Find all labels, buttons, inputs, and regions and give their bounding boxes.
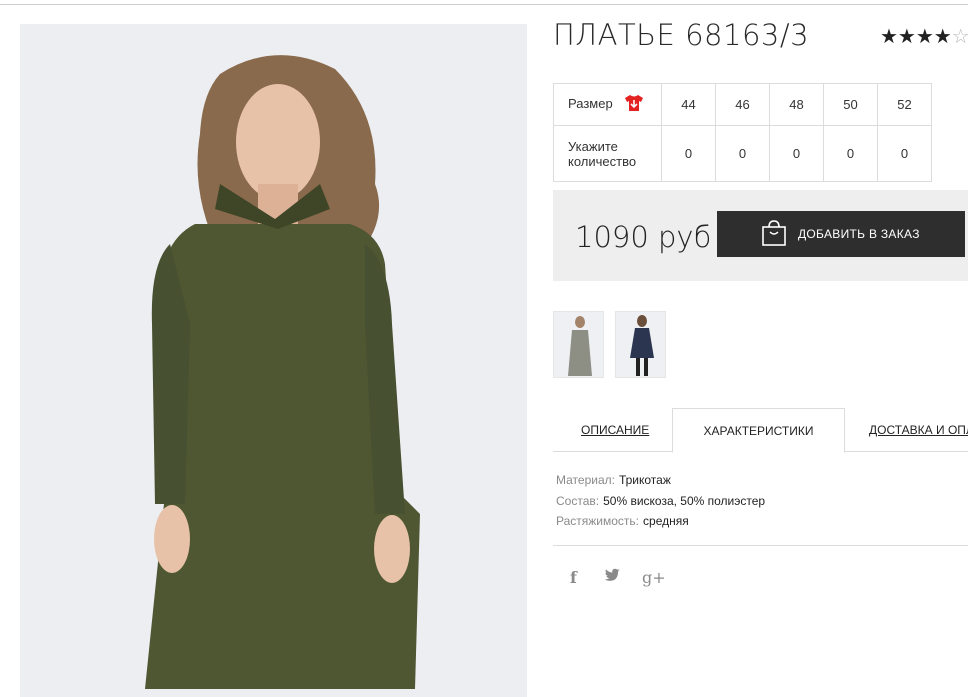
characteristic-key: Состав: <box>556 493 600 508</box>
characteristic-key: Материал: <box>556 473 615 487</box>
shopping-bag-icon <box>761 219 787 250</box>
product-title: ПЛАТЬЕ 68163/3 <box>553 18 810 52</box>
size-52: 52 <box>877 83 932 126</box>
add-to-order-label: ДОБАВИТЬ В ЗАКАЗ <box>798 227 920 241</box>
partial-star-icon: ☆ <box>951 26 968 48</box>
quantity-input-44[interactable]: 0 <box>661 125 716 182</box>
tab-description[interactable]: ОПИСАНИЕ <box>581 408 649 452</box>
size-46: 46 <box>715 83 770 126</box>
size-50: 50 <box>823 83 878 126</box>
size-44: 44 <box>661 83 716 126</box>
product-tabs: ОПИСАНИЕ ХАРАКТЕРИСТИКИ ДОСТАВКА И ОПЛАТ… <box>553 408 968 453</box>
characteristic-key: Растяжимость: <box>556 514 640 528</box>
star-rating: ★★★★☆ <box>880 24 968 49</box>
quantity-input-52[interactable]: 0 <box>877 125 932 182</box>
price-panel: 1090 руб ДОБАВИТЬ В ЗАКАЗ <box>553 190 968 281</box>
quantity-label-line2: количество <box>568 153 637 169</box>
characteristic-row: Растяжимость: средняя <box>556 511 765 532</box>
characteristic-row: Состав: 50% вискоза, 50% полиэстер <box>556 491 765 512</box>
google-plus-icon[interactable]: g+ <box>642 568 666 587</box>
thumbnail-navy-dress[interactable] <box>615 311 666 378</box>
quantity-label-line1: Укажите <box>568 138 618 154</box>
quantity-label-cell: Укажите количество <box>553 125 662 182</box>
tab-characteristics[interactable]: ХАРАКТЕРИСТИКИ <box>672 408 845 453</box>
tab-delivery-payment[interactable]: ДОСТАВКА И ОПЛАТА <box>869 408 968 452</box>
characteristic-row: Материал: Трикотаж <box>556 470 765 491</box>
size-quantity-table: Размер 44 46 48 50 52 Укажите количество… <box>553 83 932 182</box>
add-to-order-button[interactable]: ДОБАВИТЬ В ЗАКАЗ <box>717 211 965 257</box>
filled-stars-icon: ★★★★ <box>880 26 952 48</box>
characteristic-value: 50% вискоза, 50% полиэстер <box>603 493 766 508</box>
size-chart-tshirt-icon[interactable] <box>624 94 644 115</box>
characteristic-value: средняя <box>643 514 689 528</box>
characteristics-list: Материал: Трикотаж Состав: 50% вискоза, 50… <box>556 470 765 532</box>
section-divider <box>553 545 968 546</box>
price-value: 1090 руб <box>575 220 712 254</box>
size-48: 48 <box>769 83 824 126</box>
quantity-input-50[interactable]: 0 <box>823 125 878 182</box>
top-divider <box>0 4 968 5</box>
quantity-input-46[interactable]: 0 <box>715 125 770 182</box>
size-label-cell: Размер <box>553 83 662 126</box>
size-label: Размер <box>568 95 613 111</box>
main-product-photo[interactable] <box>20 24 527 697</box>
twitter-icon[interactable] <box>604 568 621 587</box>
characteristic-value: Трикотаж <box>618 473 671 487</box>
thumbnail-grey-dress[interactable] <box>553 311 604 378</box>
facebook-icon[interactable]: f <box>570 568 577 587</box>
quantity-input-48[interactable]: 0 <box>769 125 824 182</box>
